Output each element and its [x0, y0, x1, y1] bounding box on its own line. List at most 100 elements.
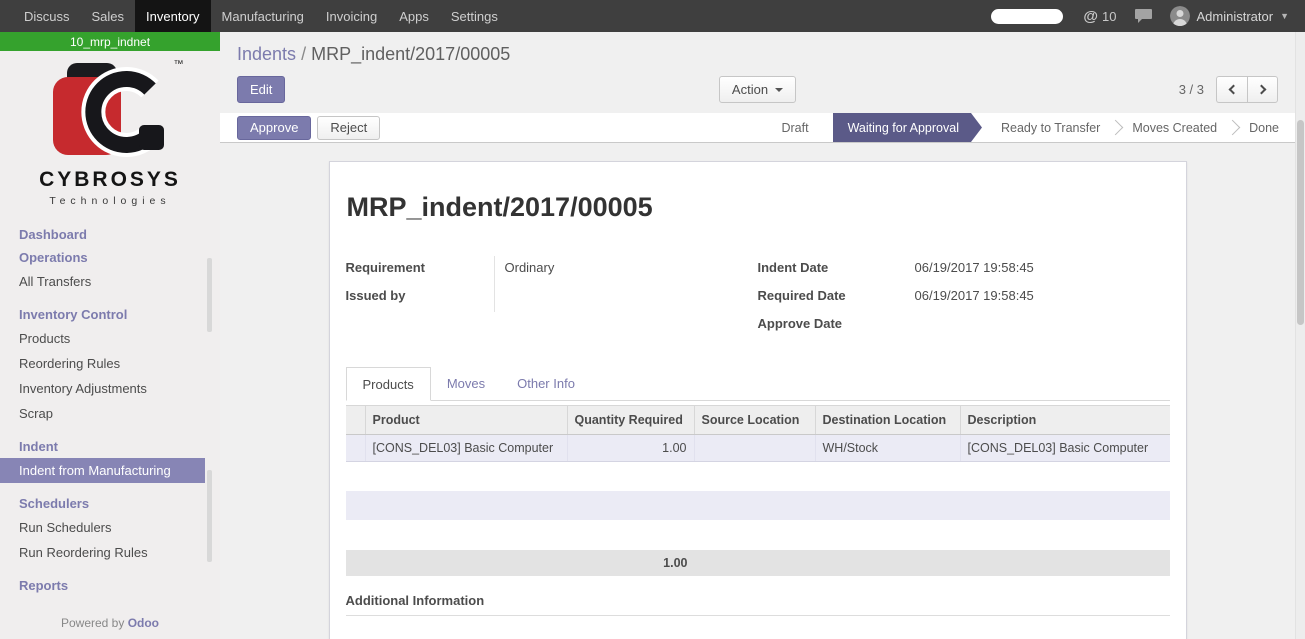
- issued-by-value: [494, 284, 703, 312]
- avatar: [1170, 6, 1190, 26]
- form-sheet: MRP_indent/2017/00005 Requirement Ordina…: [329, 161, 1187, 639]
- status-step-done[interactable]: Done: [1233, 113, 1295, 142]
- pager-counter: 3 / 3: [1179, 82, 1204, 97]
- tab-moves[interactable]: Moves: [431, 367, 501, 401]
- column-header-product[interactable]: Product: [366, 406, 568, 434]
- systray-progress-pill[interactable]: [991, 9, 1063, 24]
- top-navbar: Discuss Sales Inventory Manufacturing In…: [0, 0, 1305, 32]
- at-icon: @: [1083, 8, 1098, 25]
- field-group-left: Requirement Ordinary Issued by: [346, 256, 758, 340]
- approve-button[interactable]: Approve: [237, 116, 311, 140]
- odoo-link[interactable]: Odoo: [128, 616, 159, 630]
- column-header-destination-location[interactable]: Destination Location: [816, 406, 961, 434]
- brand-subtitle: Technologies: [0, 195, 220, 207]
- sidebar-item-all-transfers[interactable]: All Transfers: [0, 269, 220, 294]
- sidebar-section-schedulers[interactable]: Schedulers: [0, 492, 220, 515]
- breadcrumb-current: MRP_indent/2017/00005: [311, 44, 510, 64]
- user-menu[interactable]: Administrator ▼: [1170, 6, 1305, 26]
- tab-other-info[interactable]: Other Info: [501, 367, 591, 401]
- page-scrollbar[interactable]: [1295, 32, 1305, 639]
- record-title: MRP_indent/2017/00005: [347, 192, 1170, 223]
- sidebar-section-inventory-control[interactable]: Inventory Control: [0, 303, 220, 326]
- activities-menu[interactable]: @ 10: [1083, 8, 1116, 25]
- tab-products[interactable]: Products: [346, 367, 431, 401]
- column-header-description[interactable]: Description: [961, 406, 1170, 434]
- sidebar-scrollbar-thumb[interactable]: [207, 258, 212, 332]
- handle-column-header: [346, 406, 366, 434]
- sidebar-section-operations[interactable]: Operations: [0, 246, 220, 269]
- chevron-right-icon: [1256, 85, 1266, 95]
- column-header-quantity-required[interactable]: Quantity Required: [568, 406, 695, 434]
- menu-sales[interactable]: Sales: [81, 0, 136, 32]
- breadcrumb-indents[interactable]: Indents: [237, 44, 296, 64]
- sidebar-item-run-reordering-rules[interactable]: Run Reordering Rules: [0, 540, 220, 565]
- list-header-row: Product Quantity Required Source Locatio…: [346, 405, 1170, 435]
- messages-icon[interactable]: [1135, 9, 1152, 24]
- powered-by: Powered by Odoo: [0, 610, 220, 639]
- issued-by-label: Issued by: [346, 284, 494, 312]
- field-requirement: Requirement Ordinary: [346, 256, 703, 284]
- list-footer-row: 1.00: [346, 550, 1170, 576]
- menu-discuss[interactable]: Discuss: [13, 0, 81, 32]
- status-step-waiting-for-approval[interactable]: Waiting for Approval: [833, 113, 982, 142]
- indent-date-label: Indent Date: [758, 256, 915, 284]
- activities-count: 10: [1102, 9, 1116, 24]
- edit-button[interactable]: Edit: [237, 76, 285, 103]
- sidebar-scrollbar-thumb[interactable]: [207, 470, 212, 562]
- cell-description: [CONS_DEL03] Basic Computer: [961, 435, 1170, 461]
- menu-settings[interactable]: Settings: [440, 0, 509, 32]
- breadcrumb-separator: /: [301, 44, 306, 64]
- approve-date-value: [915, 312, 1170, 340]
- menu-manufacturing[interactable]: Manufacturing: [211, 0, 315, 32]
- status-step-ready-to-transfer[interactable]: Ready to Transfer: [985, 113, 1116, 142]
- footer-destination-cell: [816, 550, 961, 576]
- sidebar-item-run-schedulers[interactable]: Run Schedulers: [0, 515, 220, 540]
- status-step-moves-created[interactable]: Moves Created: [1116, 113, 1233, 142]
- empty-row: [346, 520, 1170, 549]
- form-view: MRP_indent/2017/00005 Requirement Ordina…: [220, 143, 1295, 639]
- field-groups: Requirement Ordinary Issued by: [346, 256, 1170, 340]
- field-group-right: Indent Date 06/19/2017 19:58:45 Required…: [758, 256, 1170, 340]
- page-scrollbar-thumb[interactable]: [1297, 120, 1304, 325]
- footer-handle-cell: [346, 550, 366, 576]
- pager: 3 / 3: [1179, 76, 1278, 103]
- reject-button[interactable]: Reject: [317, 116, 380, 140]
- sidebar-item-scrap[interactable]: Scrap: [0, 401, 220, 426]
- empty-row: [346, 491, 1170, 520]
- secondary-menu: Dashboard Operations All Transfers Inven…: [0, 219, 220, 610]
- additional-information-separator: Additional Information: [346, 593, 1170, 616]
- menu-inventory[interactable]: Inventory: [135, 0, 210, 32]
- pager-next-button[interactable]: [1247, 76, 1278, 103]
- main-area: Indents / MRP_indent/2017/00005 Edit Act…: [220, 32, 1305, 639]
- control-panel: Edit Action 3 / 3: [220, 67, 1295, 113]
- company-logo: ™ CYBROSYS Technologies: [0, 51, 220, 219]
- menu-apps[interactable]: Apps: [388, 0, 440, 32]
- powered-by-text: Powered by: [61, 616, 124, 630]
- footer-source-cell: [695, 550, 816, 576]
- requirement-label: Requirement: [346, 256, 494, 284]
- action-label: Action: [732, 82, 768, 97]
- sidebar-item-reordering-rules[interactable]: Reordering Rules: [0, 351, 220, 376]
- sidebar-section-indent[interactable]: Indent: [0, 435, 220, 458]
- notebook-tabs: Products Moves Other Info: [346, 367, 1170, 401]
- sidebar-item-indent-from-manufacturing[interactable]: Indent from Manufacturing: [0, 458, 205, 483]
- field-required-date: Required Date 06/19/2017 19:58:45: [758, 284, 1170, 312]
- trademark-symbol: ™: [174, 59, 184, 70]
- sidebar-item-inventory-adjustments[interactable]: Inventory Adjustments: [0, 376, 220, 401]
- cell-destination-location: WH/Stock: [816, 435, 961, 461]
- menu-invoicing[interactable]: Invoicing: [315, 0, 388, 32]
- pager-previous-button[interactable]: [1216, 76, 1247, 103]
- sidebar-section-reports[interactable]: Reports: [0, 574, 220, 597]
- sidebar-item-products[interactable]: Products: [0, 326, 220, 351]
- main-content: Indents / MRP_indent/2017/00005 Edit Act…: [220, 32, 1295, 639]
- user-name: Administrator: [1197, 9, 1274, 24]
- column-header-source-location[interactable]: Source Location: [695, 406, 816, 434]
- required-date-value: 06/19/2017 19:58:45: [915, 284, 1170, 312]
- sidebar-item-dashboard[interactable]: Dashboard: [0, 223, 220, 246]
- requirement-value: Ordinary: [494, 256, 703, 284]
- table-row[interactable]: [CONS_DEL03] Basic Computer 1.00 WH/Stoc…: [346, 435, 1170, 462]
- database-banner: 10_mrp_indnet: [0, 32, 220, 51]
- status-step-draft[interactable]: Draft: [765, 113, 824, 142]
- action-dropdown-button[interactable]: Action: [719, 76, 796, 103]
- approve-date-label: Approve Date: [758, 312, 915, 340]
